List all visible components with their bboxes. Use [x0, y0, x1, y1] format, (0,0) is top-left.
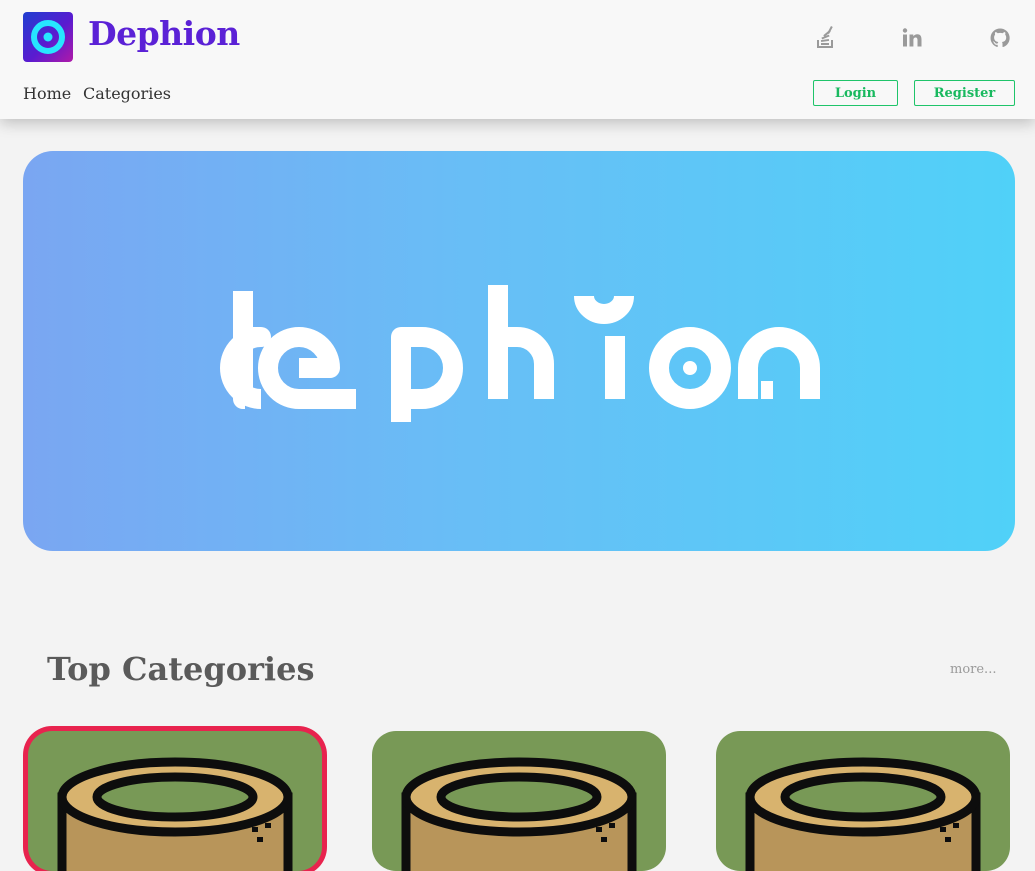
nav-categories[interactable]: Categories	[83, 84, 171, 103]
stackoverflow-icon[interactable]	[814, 25, 838, 50]
category-card[interactable]	[28, 731, 322, 871]
brand-name[interactable]: Dephion	[88, 14, 240, 53]
github-icon[interactable]	[988, 26, 1012, 50]
hero-banner	[23, 151, 1015, 551]
nav-home[interactable]: Home	[23, 84, 71, 103]
linkedin-icon[interactable]	[900, 26, 924, 50]
tape-icon	[57, 757, 293, 871]
site-header: Dephion Home Categories Login Register	[0, 0, 1035, 119]
category-card[interactable]	[372, 731, 666, 871]
register-button[interactable]: Register	[914, 80, 1015, 106]
tape-icon	[401, 757, 637, 871]
top-categories-title: Top Categories	[47, 650, 315, 688]
logo-icon[interactable]	[23, 12, 73, 62]
tape-icon	[745, 757, 981, 871]
category-card[interactable]	[716, 731, 1010, 871]
more-categories-link[interactable]: more...	[950, 662, 996, 677]
login-button[interactable]: Login	[813, 80, 898, 106]
banner-logo-wordmark	[220, 285, 820, 422]
